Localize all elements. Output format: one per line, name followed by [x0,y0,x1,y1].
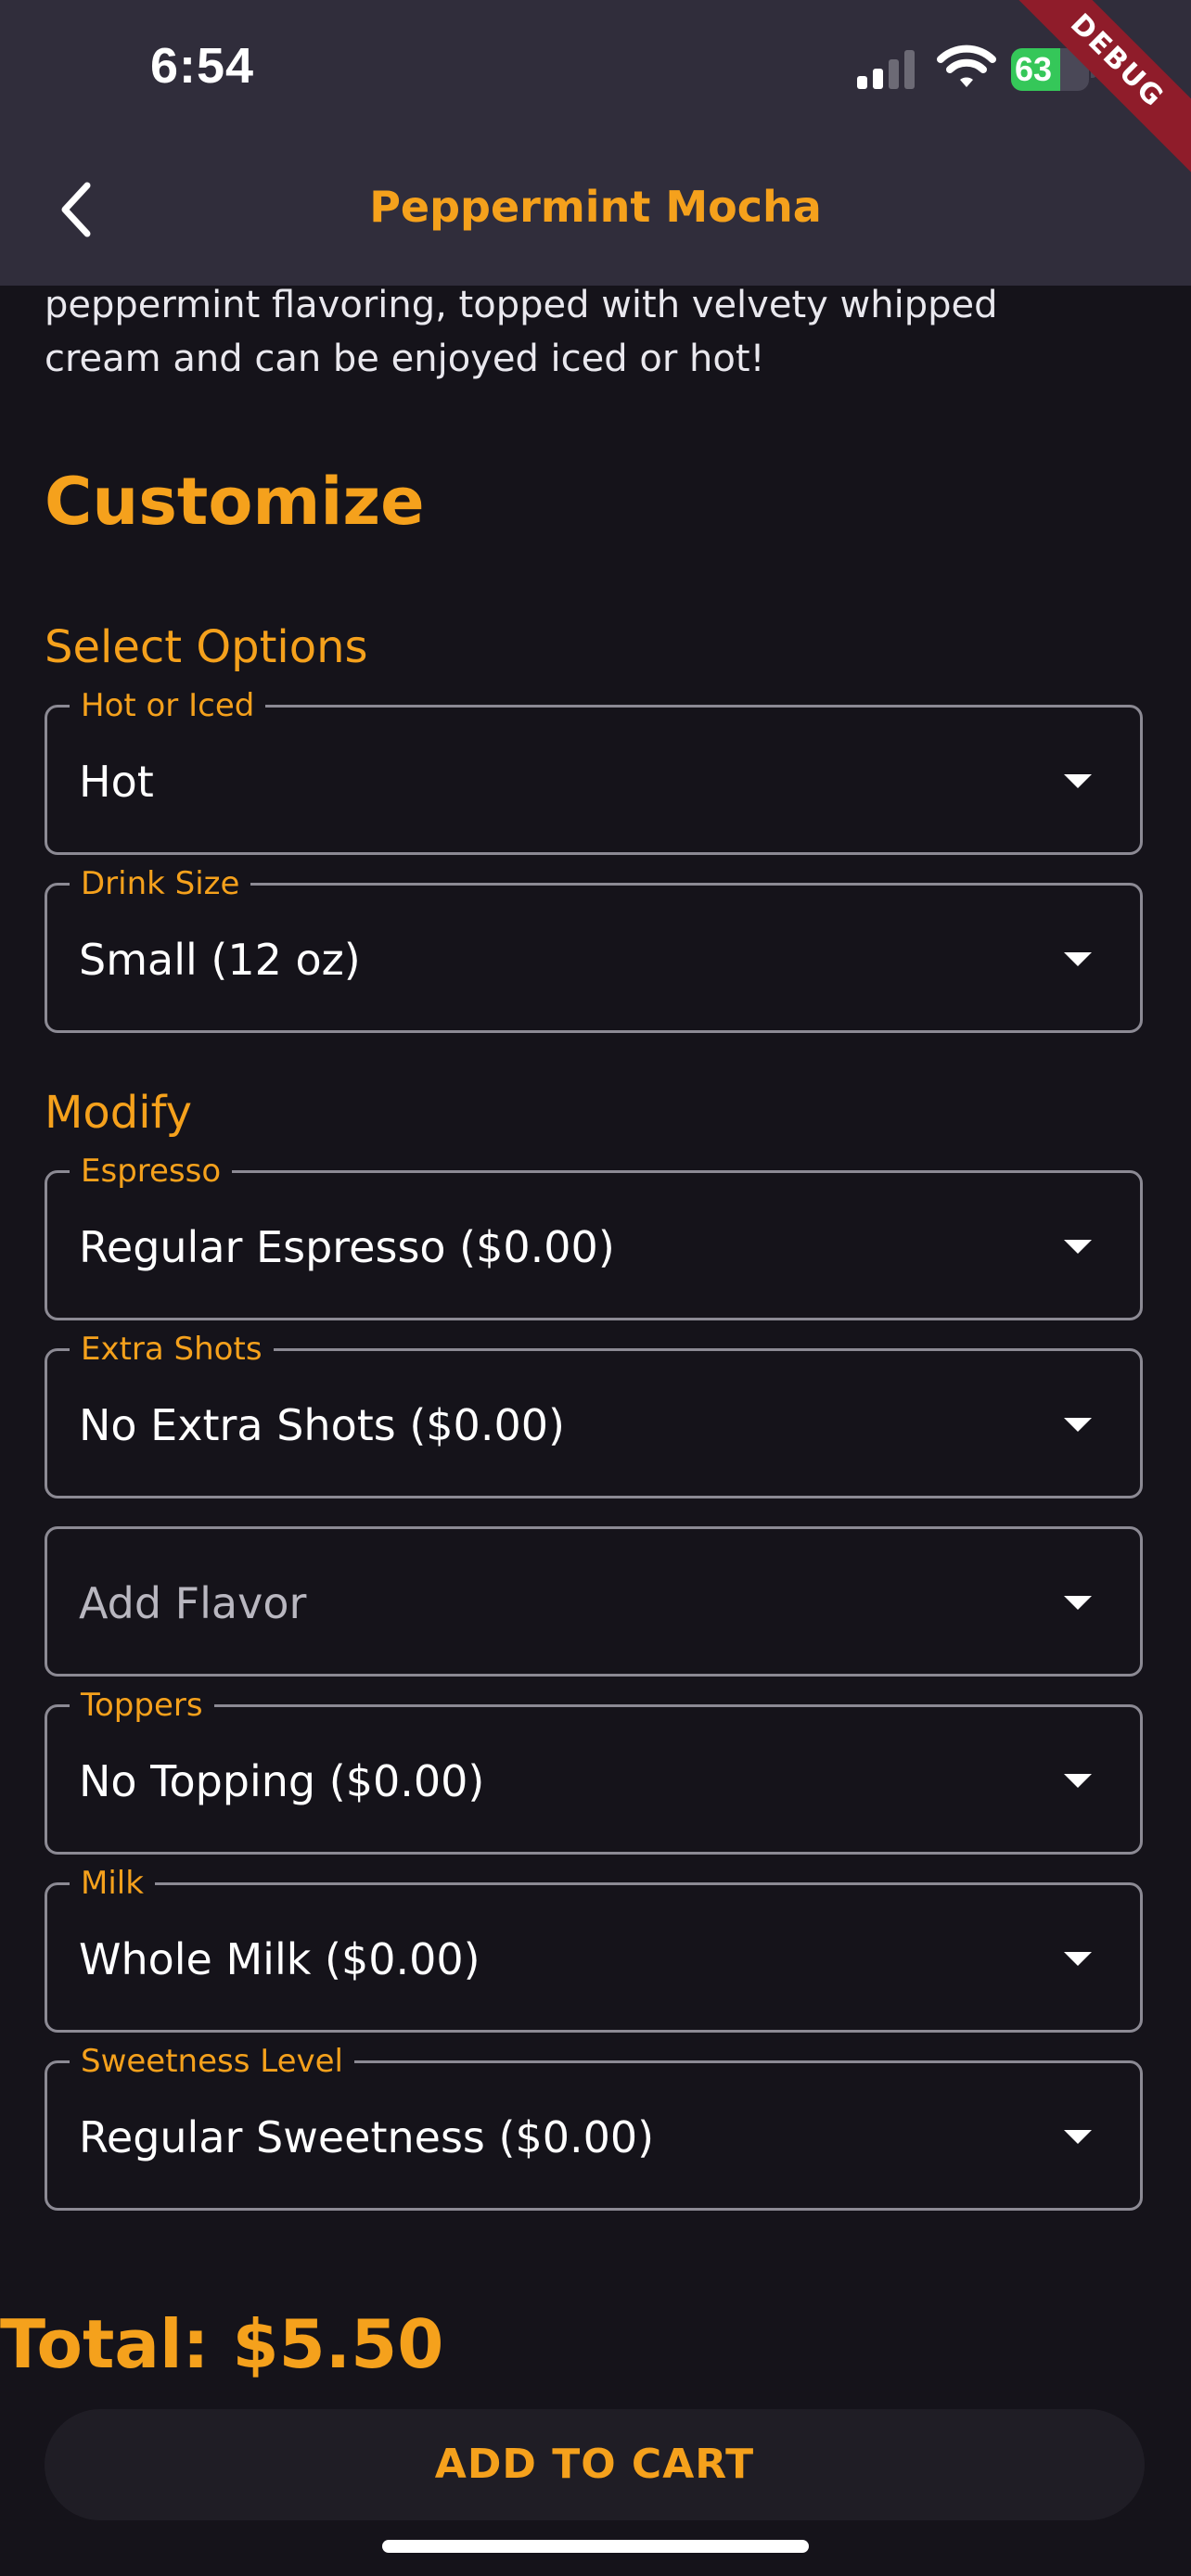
dropdown-label: Hot or Iced [70,687,266,724]
dropdown-label: Milk [70,1865,155,1902]
espresso-dropdown[interactable]: Espresso Regular Espresso ($0.00) [45,1153,1143,1320]
battery-percentage: 63 [1015,50,1053,88]
caret-down-icon [1064,1774,1092,1788]
description-line: peppermint flavoring, topped with velvet… [45,284,998,326]
caret-down-icon [1064,1240,1092,1254]
caret-down-icon [1064,1418,1092,1432]
total-price: Total: $5.50 [0,2305,444,2383]
caret-down-icon [1064,2130,1092,2144]
dropdown-value: No Topping ($0.00) [79,1756,485,1806]
drink-size-dropdown[interactable]: Drink Size Small (12 oz) [45,865,1143,1033]
home-indicator[interactable] [382,2540,809,2553]
sweetness-level-dropdown[interactable]: Sweetness Level Regular Sweetness ($0.00… [45,2043,1143,2211]
page-title: Peppermint Mocha [369,182,822,232]
extra-shots-dropdown[interactable]: Extra Shots No Extra Shots ($0.00) [45,1331,1143,1498]
hot-or-iced-dropdown[interactable]: Hot or Iced Hot [45,687,1143,855]
caret-down-icon [1064,1952,1092,1966]
caret-down-icon [1064,952,1092,966]
status-time: 6:54 [150,38,255,94]
dropdown-value: Whole Milk ($0.00) [79,1934,480,1984]
dropdown-label: Extra Shots [70,1331,274,1368]
app-bar: 6:54 63 Peppermint Mocha [0,0,1191,286]
dropdown-value: Regular Sweetness ($0.00) [79,2112,655,2162]
dropdown-label: Toppers [70,1687,214,1724]
dropdown-value: Small (12 oz) [79,935,361,985]
dropdown-value: Hot [79,757,154,807]
description-line: cream and can be enjoyed iced or hot! [45,338,765,380]
dropdown-value: No Extra Shots ($0.00) [79,1400,565,1450]
dropdown-label: Sweetness Level [70,2043,355,2080]
caret-down-icon [1064,1596,1092,1610]
screen: peppermint flavoring, topped with velvet… [0,0,1191,2576]
dropdown-label: Espresso [70,1153,233,1190]
toppers-dropdown[interactable]: Toppers No Topping ($0.00) [45,1687,1143,1855]
dropdown-placeholder: Add Flavor [79,1578,307,1628]
add-to-cart-button[interactable]: ADD TO CART [45,2409,1145,2520]
customize-heading: Customize [45,464,425,540]
add-flavor-dropdown[interactable]: Add Flavor [45,1526,1143,1677]
cellular-signal-icon [857,50,915,89]
caret-down-icon [1064,774,1092,788]
milk-dropdown[interactable]: Milk Whole Milk ($0.00) [45,1865,1143,2033]
modify-heading: Modify [45,1087,193,1139]
dropdown-value: Regular Espresso ($0.00) [79,1222,615,1272]
select-options-heading: Select Options [45,621,368,673]
wifi-icon [937,45,996,87]
dropdown-label: Drink Size [70,865,251,902]
